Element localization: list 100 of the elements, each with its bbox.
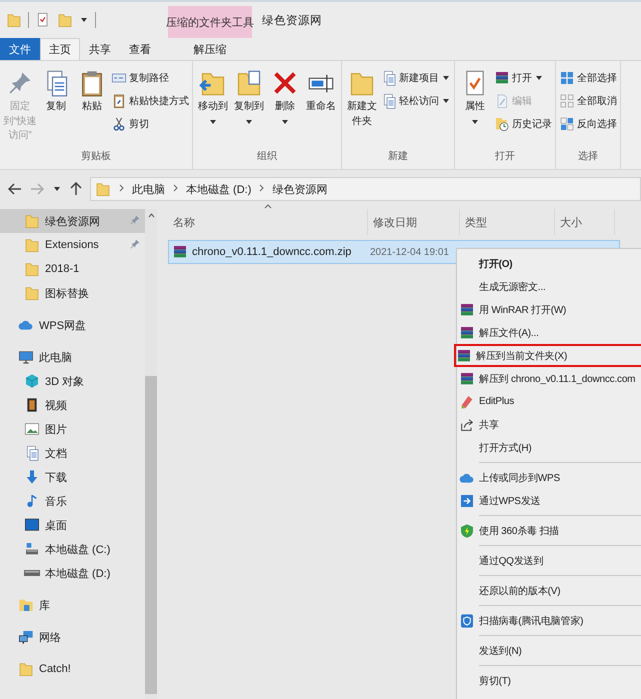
send-icon <box>459 492 475 508</box>
menu-item[interactable]: 扫描病毒(腾讯电脑管家) <box>457 609 641 632</box>
nav-item[interactable]: 音乐 <box>0 489 145 513</box>
scrollbar[interactable] <box>145 209 157 699</box>
ribbon-button[interactable]: 新建项目 <box>381 67 451 88</box>
back-arrow-icon[interactable] <box>8 183 22 195</box>
nav-item[interactable]: 图片 <box>0 417 145 441</box>
library-icon <box>18 597 34 613</box>
ribbon-button[interactable]: 历史记录 <box>494 113 552 134</box>
nav-item[interactable]: 3D 对象 <box>0 369 145 393</box>
document-icon <box>381 92 397 108</box>
nav-item[interactable]: 绿色资源网 <box>0 209 145 233</box>
column-header[interactable]: 类型 <box>460 209 555 235</box>
ribbon-button[interactable]: 全部选择 <box>559 67 617 88</box>
nav-item[interactable]: Catch! <box>0 657 145 681</box>
ribbon-button[interactable]: 轻松访问 <box>381 90 451 111</box>
archive-icon <box>459 324 475 340</box>
nav-item[interactable]: 视频 <box>0 393 145 417</box>
customize-caret-icon[interactable] <box>81 18 87 22</box>
folder-icon <box>24 285 40 301</box>
menu-item[interactable]: 还原以前的版本(V) <box>457 579 641 602</box>
ribbon-button[interactable]: 重命名 <box>304 65 338 149</box>
menu-item[interactable]: 发送到(N) <box>457 639 641 662</box>
shield-icon <box>459 612 475 628</box>
nav-item[interactable]: 图标替换 <box>0 281 145 305</box>
column-header[interactable]: 修改日期 <box>368 209 460 235</box>
nav-item[interactable]: 文档 <box>0 441 145 465</box>
paste-shortcut-icon <box>111 92 127 108</box>
scrollbar-thumb[interactable] <box>145 376 157 694</box>
ribbon-tab[interactable]: 查看 <box>120 38 160 60</box>
menu-item[interactable]: 解压文件(A)... <box>457 321 641 344</box>
ribbon-button[interactable]: 删除 <box>268 65 302 149</box>
menu-item[interactable]: 解压到 chrono_v0.11.1_downcc.com <box>457 367 641 390</box>
ribbon-tab[interactable]: 共享 <box>80 38 120 60</box>
shield-icon <box>459 522 475 538</box>
nav-item[interactable]: WPS网盘 <box>0 313 145 337</box>
menu-item[interactable]: 解压到当前文件夹(X) <box>454 344 641 367</box>
breadcrumb[interactable]: 本地磁盘 (D:) <box>186 182 252 196</box>
folder-icon <box>95 181 111 197</box>
ribbon-button[interactable]: 属性 <box>458 65 492 149</box>
menu-item[interactable]: 用 WinRAR 打开(W) <box>457 298 641 321</box>
archive-icon <box>459 302 475 318</box>
nav-item[interactable]: 下载 <box>0 465 145 489</box>
ribbon-button[interactable]: 反向选择 <box>559 113 617 134</box>
menu-item[interactable]: 上传或同步到WPS <box>457 466 641 489</box>
breadcrumb[interactable]: 此电脑 <box>132 182 165 196</box>
group-label: 新建 <box>387 150 409 164</box>
download-icon <box>24 469 40 485</box>
ribbon-button[interactable]: 全部取消 <box>559 90 617 111</box>
ribbon-tab[interactable]: 解压缩 <box>168 38 252 60</box>
recent-caret-icon[interactable] <box>54 187 60 191</box>
ribbon-tab[interactable]: 文件 <box>0 38 40 60</box>
breadcrumb[interactable]: 绿色资源网 <box>272 182 328 196</box>
nav-item[interactable]: 此电脑 <box>0 345 145 369</box>
pin-icon <box>129 238 141 250</box>
ribbon-button[interactable]: 复制到 <box>232 65 266 149</box>
ribbon-button[interactable]: 复制路径 <box>111 67 189 88</box>
nav-item[interactable]: 桌面 <box>0 513 145 537</box>
ribbon-tab[interactable]: 主页 <box>40 38 80 60</box>
archive-icon <box>172 244 188 260</box>
history-icon <box>494 116 510 132</box>
menu-item[interactable]: 通过WPS发送 <box>457 489 641 512</box>
up-arrow-icon[interactable] <box>70 182 82 196</box>
folder-icon <box>24 261 40 277</box>
folder-icon <box>57 12 73 28</box>
nav-item[interactable]: 网络 <box>0 625 145 649</box>
column-header[interactable]: 大小 <box>555 209 615 235</box>
nav-item[interactable]: Extensions <box>0 233 145 257</box>
group-label: 剪贴板 <box>80 150 112 164</box>
ribbon-button[interactable]: 打开 <box>494 67 552 88</box>
ribbon-button[interactable]: 剪切 <box>111 113 189 134</box>
nav-item[interactable]: 本地磁盘 (D:) <box>0 561 145 585</box>
menu-item[interactable]: 生成无源密文... <box>457 275 641 298</box>
column-header[interactable]: 名称 <box>168 209 368 235</box>
address-bar[interactable]: 此电脑 本地磁盘 (D:) 绿色资源网 <box>90 177 641 201</box>
chevron-icon <box>119 184 124 194</box>
ribbon-button[interactable]: 新建文件夹 <box>345 65 379 149</box>
menu-item[interactable]: 通过QQ发送到 <box>457 549 641 572</box>
nav-item[interactable]: 2018-1 <box>0 257 145 281</box>
copy-folder-icon <box>235 69 263 97</box>
drive-icon <box>24 570 40 576</box>
chevron-icon <box>259 184 264 194</box>
new-item-icon <box>381 70 397 86</box>
nav-item[interactable]: 本地磁盘 (C:) <box>0 537 145 561</box>
scroll-up-icon[interactable] <box>148 213 154 218</box>
ribbon-button[interactable]: 粘贴快捷方式 <box>111 90 189 111</box>
drive-icon <box>24 541 40 557</box>
ribbon-button[interactable]: 移动到 <box>196 65 230 149</box>
menu-item[interactable]: 剪切(T) <box>457 669 641 692</box>
menu-item[interactable]: 共享 <box>457 413 641 436</box>
ribbon-button[interactable]: 复制 <box>39 65 73 149</box>
menu-item[interactable]: 打开方式(H) <box>457 436 641 459</box>
editor-icon <box>459 394 475 410</box>
cube-icon <box>24 373 40 389</box>
menu-item[interactable]: EditPlus <box>457 390 641 413</box>
folder-icon <box>24 213 40 229</box>
menu-item[interactable]: 使用 360杀毒 扫描 <box>457 519 641 542</box>
ribbon-button[interactable]: 粘贴 <box>75 65 109 149</box>
nav-item[interactable]: 库 <box>0 593 145 617</box>
group-label: 组织 <box>256 150 278 164</box>
